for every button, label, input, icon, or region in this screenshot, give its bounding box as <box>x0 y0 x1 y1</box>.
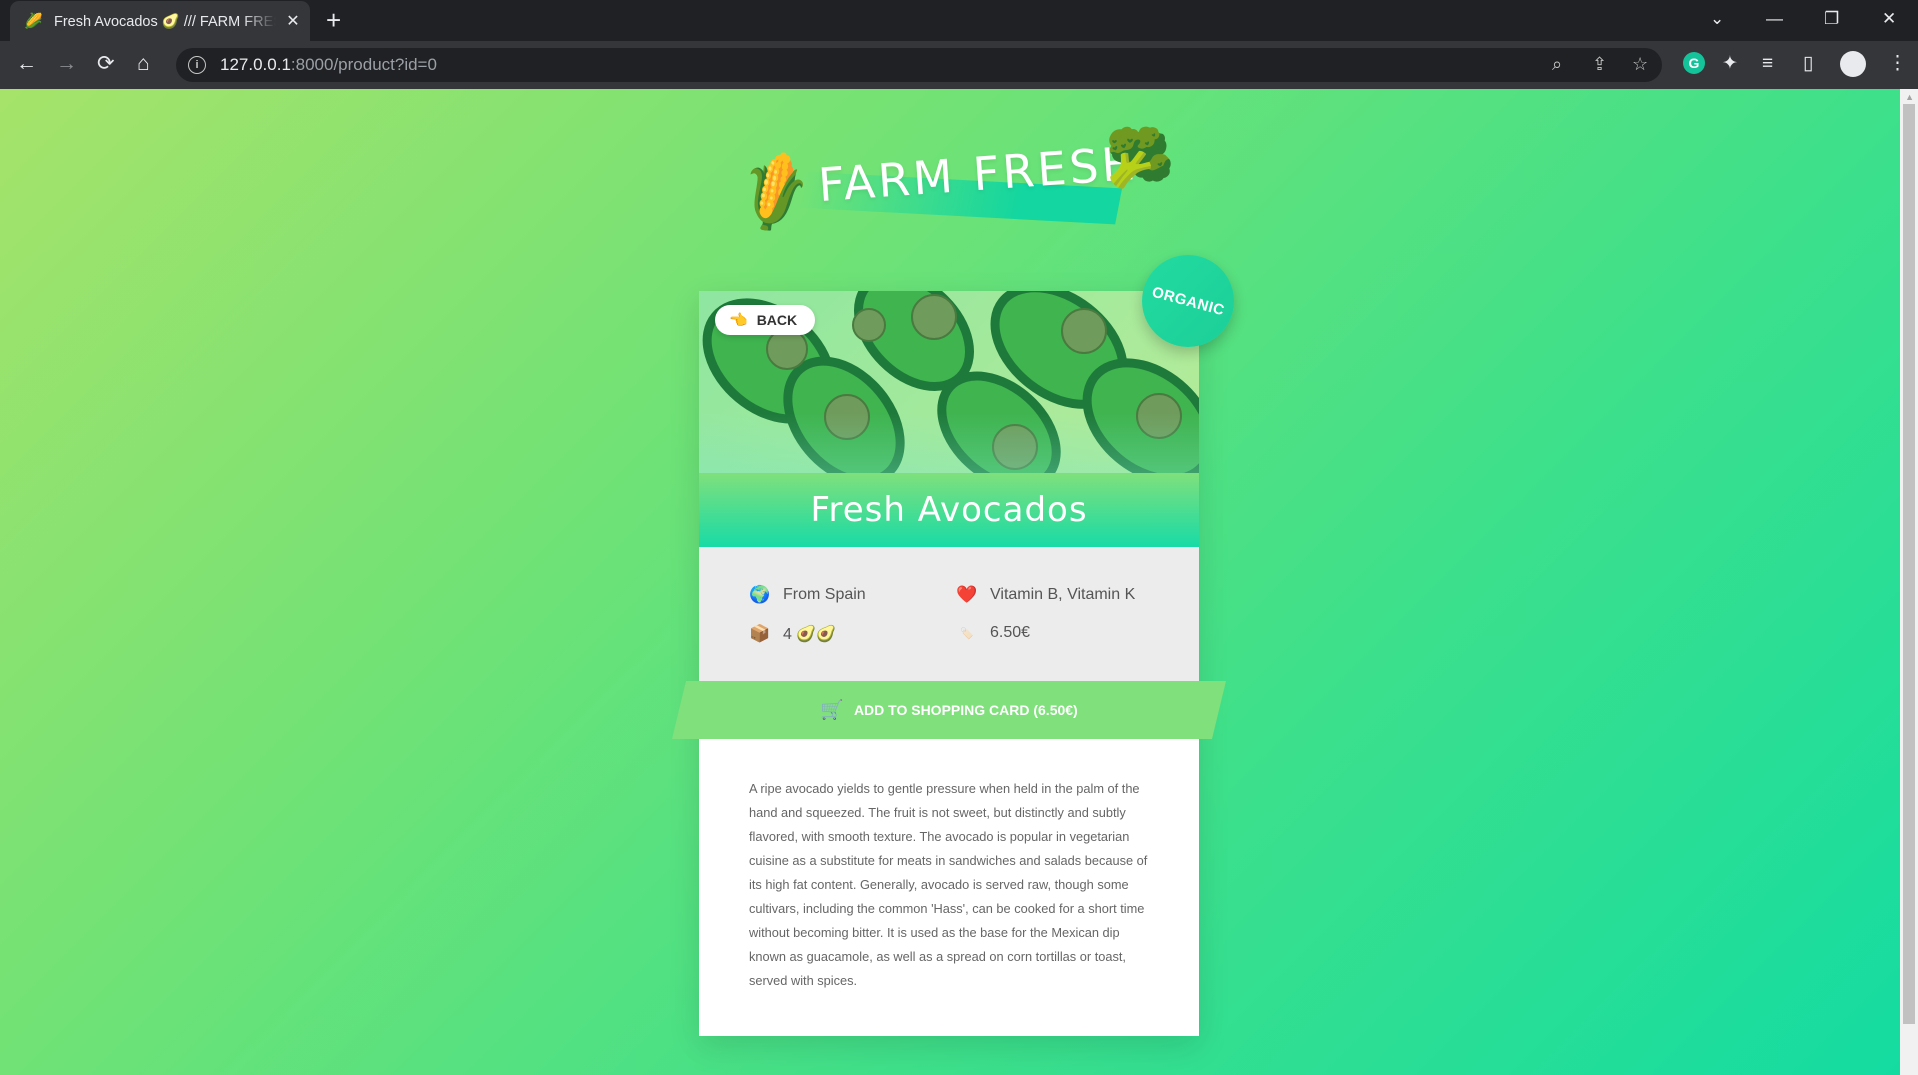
fact-origin: 🌍 From Spain <box>749 585 866 605</box>
fact-nutrients-text: Vitamin B, Vitamin K <box>990 586 1136 603</box>
product-title: Fresh Avocados <box>810 490 1088 530</box>
product-card: 👈 BACK ORGANIC Fresh Avocados 🌍 From Spa… <box>699 255 1234 1036</box>
product-description: A ripe avocado yields to gentle pressure… <box>749 781 1148 988</box>
new-tab-button[interactable]: + <box>326 6 341 34</box>
product-title-band: Fresh Avocados <box>699 473 1199 547</box>
share-icon[interactable]: ⇪ <box>1592 54 1607 75</box>
browser-tab[interactable]: 🌽 Fresh Avocados 🥑 /// FARM FRESH ✕ <box>10 1 310 41</box>
product-hero-image: 👈 BACK <box>699 291 1199 473</box>
organic-badge: ORGANIC <box>1142 255 1234 347</box>
shopping-cart-icon: 🛒 <box>820 700 844 721</box>
back-nav-button[interactable]: ← <box>16 52 37 76</box>
tab-list-icon[interactable]: ⌄ <box>1710 6 1724 32</box>
zoom-icon[interactable]: ⌕ <box>1552 54 1562 75</box>
media-control-icon[interactable]: ≡ <box>1762 50 1773 78</box>
minimize-button[interactable]: — <box>1766 6 1783 32</box>
url-text: 127.0.0.1:8000/product?id=0 <box>220 55 437 74</box>
fact-origin-text: From Spain <box>783 586 866 603</box>
fact-price-text: 6.50€ <box>990 624 1031 641</box>
tab-bar: 🌽 Fresh Avocados 🥑 /// FARM FRESH ✕ + ⌄ … <box>0 0 1918 41</box>
browser-toolbar: ← → ⟳ ⌂ i 127.0.0.1:8000/product?id=0 ⌕ … <box>0 41 1918 89</box>
broccoli-icon: 🥦 <box>1105 126 1175 189</box>
fact-quantity-text: 4 🥑🥑 <box>783 626 837 643</box>
forward-nav-button[interactable]: → <box>56 52 77 76</box>
browser-menu-icon[interactable]: ⋮ <box>1888 50 1907 78</box>
cart-button-content: 🛒 ADD TO SHOPPING CARD (6.50€) <box>672 681 1226 739</box>
pointing-hand-icon: 👈 <box>729 312 748 329</box>
cart-button-label: ADD TO SHOPPING CARD (6.50€) <box>853 702 1078 718</box>
price-tag-icon: 🏷️ <box>960 627 974 640</box>
corn-icon: 🌽 <box>728 147 821 238</box>
add-to-cart-button[interactable]: 🛒 ADD TO SHOPPING CARD (6.50€) <box>672 681 1226 739</box>
close-tab-icon[interactable]: ✕ <box>284 11 302 31</box>
side-panel-icon[interactable]: ▯ <box>1803 50 1813 78</box>
close-window-button[interactable]: ✕ <box>1882 6 1896 32</box>
page-viewport: 🌽 FARM FRESH 🥦 👈 BACK ORGANIC Fresh Avoc… <box>0 89 1900 1075</box>
package-icon: 📦 <box>749 624 771 643</box>
fact-quantity: 📦 4 🥑🥑 <box>749 624 836 644</box>
back-button[interactable]: 👈 BACK <box>715 305 816 335</box>
fact-price: 🏷️ 6.50€ <box>956 624 1030 642</box>
scroll-up-arrow-icon[interactable]: ▲ <box>1905 92 1914 102</box>
site-logo[interactable]: 🌽 FARM FRESH 🥦 <box>728 105 1175 245</box>
grammarly-icon[interactable]: G <box>1683 52 1705 74</box>
tab-title: Fresh Avocados 🥑 /// FARM FRESH <box>54 13 276 30</box>
tab-favicon-icon: 🌽 <box>24 13 43 30</box>
heart-icon: ❤️ <box>956 585 978 604</box>
scrollbar-thumb[interactable] <box>1903 104 1915 1024</box>
hero-fade <box>699 413 1199 473</box>
bookmark-star-icon[interactable]: ☆ <box>1632 54 1648 75</box>
profile-avatar[interactable] <box>1840 51 1866 77</box>
reload-button[interactable]: ⟳ <box>97 52 115 76</box>
globe-icon: 🌍 <box>749 585 771 604</box>
back-button-label: BACK <box>756 312 798 328</box>
fact-nutrients: ❤️ Vitamin B, Vitamin K <box>956 585 1135 605</box>
site-info-icon[interactable]: i <box>188 56 206 74</box>
product-facts: 🌍 From Spain ❤️ Vitamin B, Vitamin K 📦 4… <box>699 547 1199 681</box>
organic-badge-label: ORGANIC <box>1149 283 1227 319</box>
extensions-icon[interactable]: ✦ <box>1722 50 1738 78</box>
address-bar[interactable]: i 127.0.0.1:8000/product?id=0 ⌕ ⇪ ☆ <box>176 48 1662 82</box>
restore-button[interactable]: ❐ <box>1824 6 1839 32</box>
home-button[interactable]: ⌂ <box>137 52 150 76</box>
